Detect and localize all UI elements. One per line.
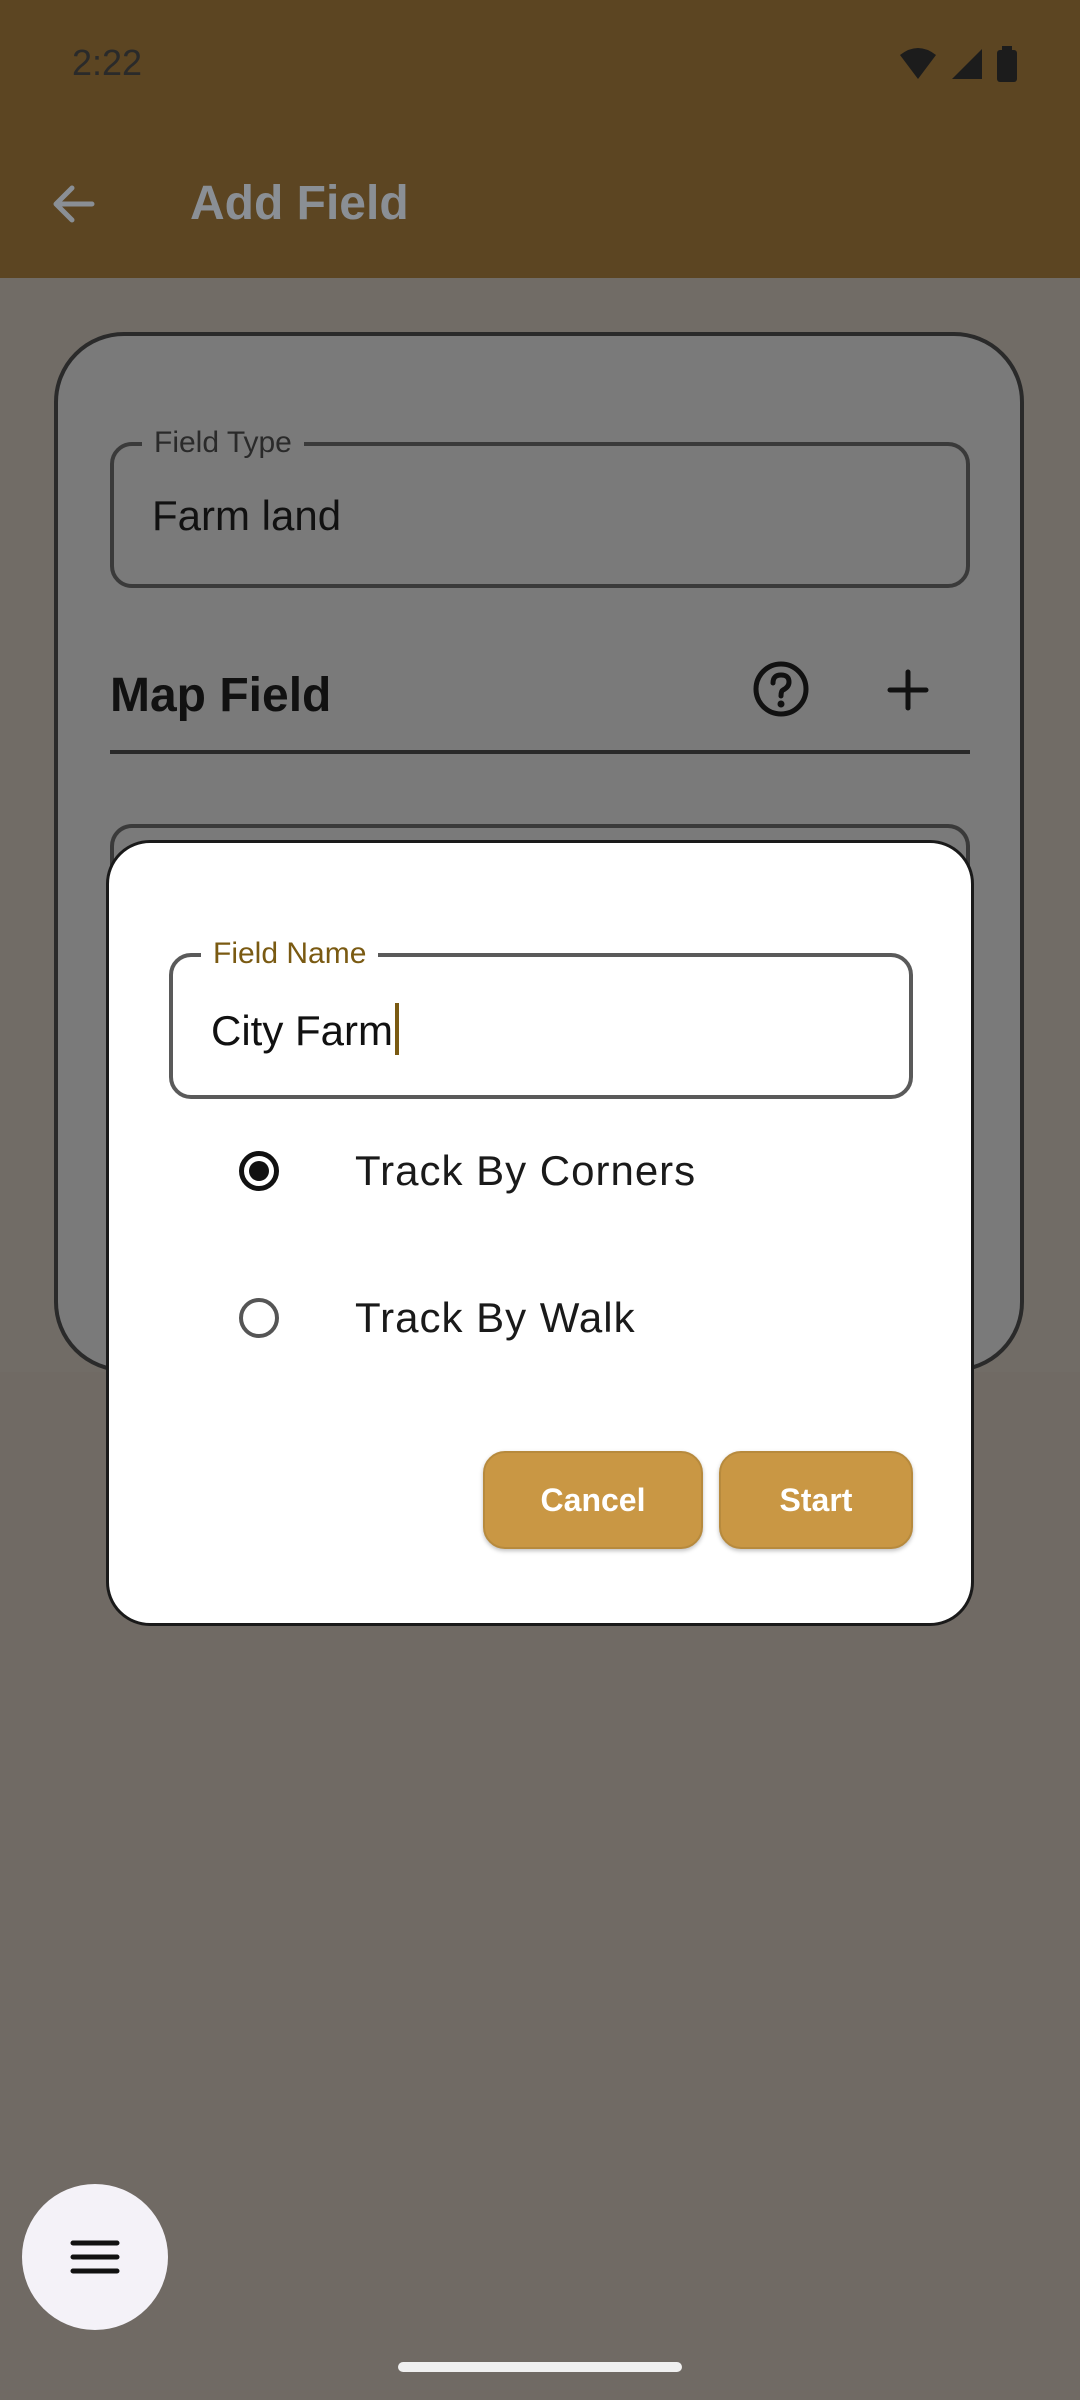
radio-selected-icon[interactable] (239, 1151, 279, 1191)
radio-unselected-icon[interactable] (239, 1298, 279, 1338)
field-name-text: City Farm (211, 1007, 393, 1054)
page-title: Add Field (190, 177, 409, 230)
app-bar: Add Field (0, 132, 1080, 278)
field-type-input[interactable]: Field Type Farm land (110, 426, 970, 588)
field-name-input[interactable]: Field Name City Farm (169, 937, 913, 1099)
battery-icon (997, 46, 1017, 82)
map-field-label: Map Field (110, 669, 332, 722)
status-icons (898, 46, 1018, 82)
option-track-by-corners[interactable]: Track By Corners (239, 1147, 696, 1195)
status-time: 2:22 (72, 42, 143, 83)
arrow-back-icon[interactable] (44, 174, 104, 234)
map-field-row: Map Field (110, 660, 970, 756)
help-circle-icon[interactable] (752, 660, 810, 718)
start-button[interactable]: Start (719, 1451, 913, 1549)
wifi-icon (900, 48, 936, 79)
status-bar: 2:22 (0, 0, 1080, 132)
radio-dot (249, 1161, 269, 1181)
text-cursor (395, 1003, 399, 1055)
menu-fab[interactable] (22, 2184, 168, 2330)
map-field-divider (110, 750, 970, 754)
menu-icon (70, 2240, 120, 2274)
home-indicator[interactable] (398, 2362, 682, 2372)
track-field-dialog: Field Name City Farm Track By Corners Tr… (106, 840, 974, 1626)
field-type-label: Field Type (142, 426, 304, 460)
plus-icon[interactable] (884, 666, 932, 714)
cancel-button[interactable]: Cancel (483, 1451, 703, 1549)
option-label: Track By Corners (355, 1147, 697, 1194)
field-name-label: Field Name (201, 937, 379, 971)
option-label: Track By Walk (355, 1294, 636, 1341)
option-track-by-walk[interactable]: Track By Walk (239, 1294, 636, 1342)
field-name-value: City Farm (211, 1003, 399, 1055)
signal-icon (952, 49, 982, 79)
field-type-value: Farm land (152, 492, 342, 539)
